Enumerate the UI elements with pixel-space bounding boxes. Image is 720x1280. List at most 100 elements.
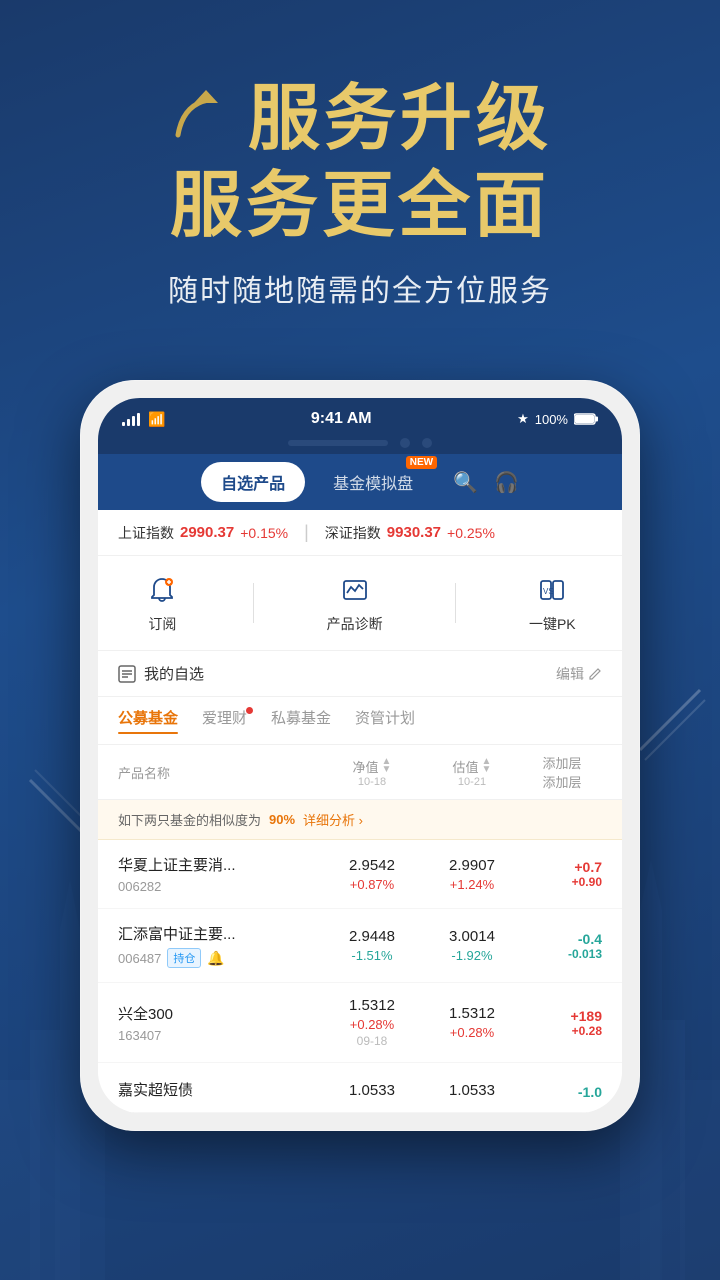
signal-area: 📶 (122, 411, 165, 428)
fund-code-2: 163407 (118, 1028, 161, 1043)
battery-pct: 100% (535, 412, 568, 427)
fund-row-2[interactable]: 兴全300 163407 1.5312 +0.28% 09-18 1.5312 … (98, 983, 622, 1063)
cat-tab-private-fund[interactable]: 私募基金 (271, 707, 331, 734)
similarity-pct: 90% (269, 812, 295, 827)
th-add: 添加层 添加层 (522, 753, 602, 791)
add-sub-2: +0.28 (522, 1024, 602, 1038)
phone-mockup: 📶 9:41 AM ★ 100% (80, 380, 640, 1131)
fund-info-3: 嘉实超短债 (118, 1079, 322, 1104)
th-est: 估值 ▲ ▼ 10-21 (422, 757, 522, 788)
subscribe-action[interactable]: 订阅 (144, 572, 180, 634)
fund-name-0: 华夏上证主要消... (118, 854, 322, 875)
wealth-badge (246, 707, 253, 714)
category-tabs: 公募基金 爱理财 私募基金 资管计划 (98, 697, 622, 745)
shanghai-market: 上证指数 2990.37 +0.15% (118, 523, 288, 543)
fund-row-1[interactable]: 汇添富中证主要... 006487 持仓 🔔 2.9448 -1.51% 3.0… (98, 909, 622, 983)
watchlist-header: 我的自选 编辑 (98, 651, 622, 697)
est-change-2: +0.28% (422, 1025, 522, 1040)
fund-row-0[interactable]: 华夏上证主要消... 006282 2.9542 +0.87% 2.9907 +… (98, 840, 622, 909)
cat-tab-public-fund[interactable]: 公募基金 (118, 707, 178, 734)
similarity-link[interactable]: 详细分析 › (303, 810, 363, 829)
add-main-2: +189 (522, 1008, 602, 1024)
fund-info-2: 兴全300 163407 (118, 1003, 322, 1043)
est-change-1: -1.92% (422, 948, 522, 963)
new-badge: NEW (406, 456, 437, 469)
pk-action[interactable]: VS 一键PK (529, 572, 576, 634)
est-value-0: 2.9907 (422, 857, 522, 874)
subscribe-label: 订阅 (148, 614, 176, 634)
th-nav: 净值 ▲ ▼ 10-18 (322, 757, 422, 788)
watchlist-edit-btn[interactable]: 编辑 (556, 664, 602, 684)
add-main-3: -1.0 (522, 1084, 602, 1100)
edit-icon (588, 667, 602, 681)
arrow-upgrade-icon (168, 85, 238, 145)
shanghai-value: 2990.37 (180, 524, 234, 541)
battery-icon (574, 413, 598, 425)
shanghai-label: 上证指数 (118, 523, 174, 543)
wifi-icon: 📶 (148, 411, 165, 428)
shenzhen-value: 9930.37 (387, 524, 441, 541)
add-main-0: +0.7 (522, 859, 602, 875)
hero-title-line1: 服务升级 (248, 80, 552, 159)
cat-tab-asset-mgmt[interactable]: 资管计划 (355, 707, 415, 734)
pk-icon: VS (534, 572, 570, 608)
add-sub-0: +0.90 (522, 875, 602, 889)
est-value-1: 3.0014 (422, 928, 522, 945)
fund-info-1: 汇添富中证主要... 006487 持仓 🔔 (118, 923, 322, 968)
diagnose-icon (337, 572, 373, 608)
watchlist-icon (118, 665, 136, 683)
fund-add-3: -1.0 (522, 1084, 602, 1100)
nav-change-2: +0.28% (322, 1017, 422, 1032)
nav-change-0: +0.87% (322, 877, 422, 892)
divider2 (455, 583, 456, 623)
action-row: 订阅 产品诊断 (98, 556, 622, 651)
table-header: 产品名称 净值 ▲ ▼ 10-18 估值 (98, 745, 622, 800)
nav-sort-arrows[interactable]: ▲ ▼ (382, 758, 392, 774)
bluetooth-icon: ★ (517, 411, 529, 427)
tab-self-select[interactable]: 自选产品 (201, 462, 305, 502)
fund-code-0: 006282 (118, 879, 161, 894)
est-sort-arrows[interactable]: ▲ ▼ (482, 758, 492, 774)
fund-code-row-1: 006487 持仓 🔔 (118, 948, 322, 968)
similarity-banner: 如下两只基金的相似度为 90% 详细分析 › (98, 800, 622, 840)
nav-value-1: 2.9448 (322, 928, 422, 945)
fund-nav-2: 1.5312 +0.28% 09-18 (322, 997, 422, 1048)
fund-row-3[interactable]: 嘉实超短债 1.0533 1.0533 -1.0 (98, 1063, 622, 1113)
phone-top-bar (98, 438, 622, 454)
bell-icon-1[interactable]: 🔔 (207, 950, 224, 967)
nav-change-1: -1.51% (322, 948, 422, 963)
nav-value-0: 2.9542 (322, 857, 422, 874)
divider1 (253, 583, 254, 623)
est-value-2: 1.5312 (422, 1005, 522, 1022)
camera-dot2 (422, 438, 432, 448)
headset-icon[interactable]: 🎧 (494, 470, 519, 495)
hero-title-line2: 服务更全面 (168, 167, 552, 246)
fund-info-0: 华夏上证主要消... 006282 (118, 854, 322, 894)
diagnose-action[interactable]: 产品诊断 (327, 572, 383, 634)
shenzhen-change: +0.25% (447, 525, 495, 541)
signal-bars-icon (122, 412, 140, 426)
shenzhen-label: 深证指数 (325, 523, 381, 543)
cat-tab-wealth[interactable]: 爱理财 (202, 707, 247, 734)
market-divider: | (304, 522, 309, 543)
app-nav: 自选产品 基金模拟盘 NEW 🔍 🎧 (98, 454, 622, 510)
add-main-1: -0.4 (522, 931, 602, 947)
fund-est-0: 2.9907 +1.24% (422, 857, 522, 892)
fund-nav-3: 1.0533 (322, 1082, 422, 1102)
market-strip: 上证指数 2990.37 +0.15% | 深证指数 9930.37 +0.25… (98, 510, 622, 556)
add-sub-1: -0.013 (522, 947, 602, 961)
nav-icons: 🔍 🎧 (453, 470, 519, 495)
fund-est-1: 3.0014 -1.92% (422, 928, 522, 963)
similarity-text-prefix: 如下两只基金的相似度为 (118, 810, 261, 829)
svg-text:VS: VS (543, 587, 554, 596)
status-time: 9:41 AM (311, 410, 372, 428)
fund-tag-1: 持仓 (167, 948, 201, 968)
fund-name-2: 兴全300 (118, 1003, 322, 1024)
fund-est-2: 1.5312 +0.28% (422, 1005, 522, 1040)
search-icon[interactable]: 🔍 (453, 470, 478, 495)
fund-add-2: +189 +0.28 (522, 1008, 602, 1038)
fund-code-row-2: 163407 (118, 1028, 322, 1043)
fund-add-1: -0.4 -0.013 (522, 931, 602, 961)
tab-fund-sim[interactable]: 基金模拟盘 NEW (313, 462, 433, 502)
fund-name-3: 嘉实超短债 (118, 1079, 322, 1100)
